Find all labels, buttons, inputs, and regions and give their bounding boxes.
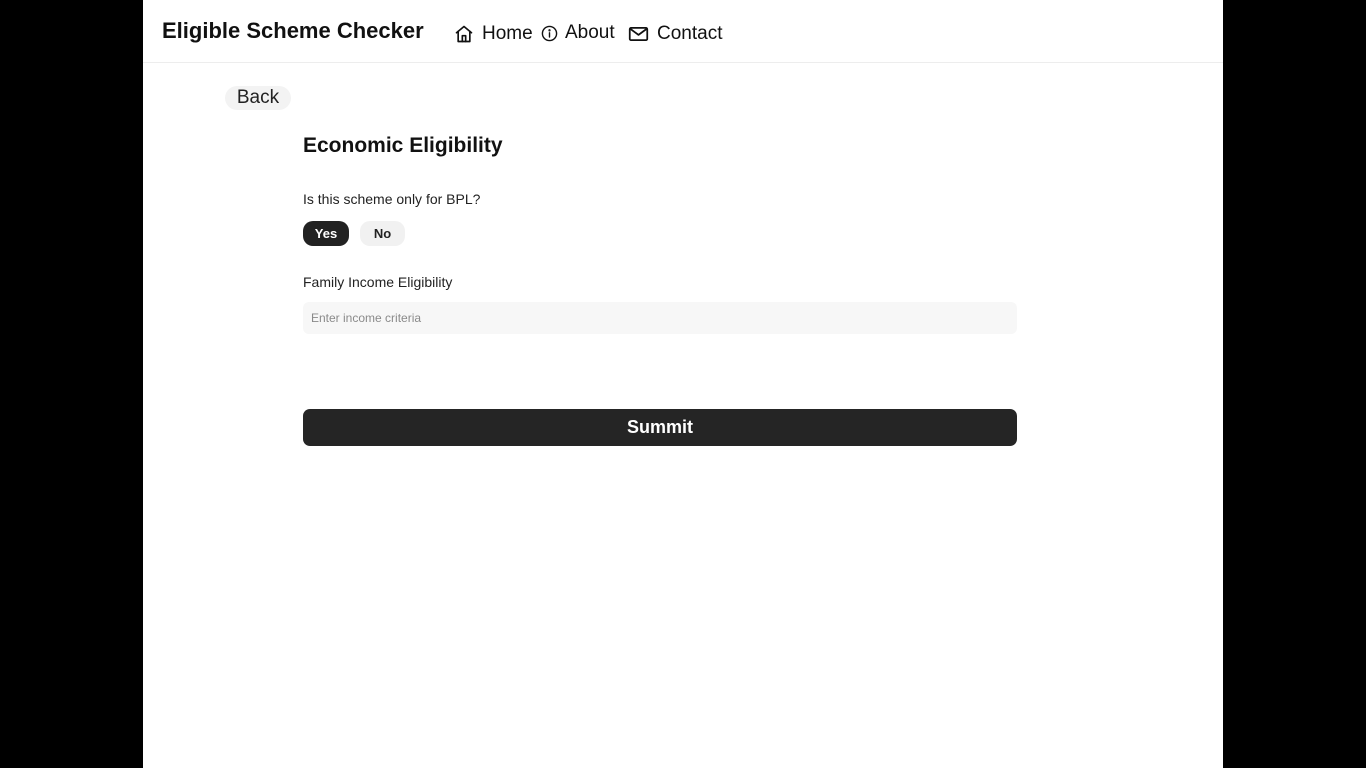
- home-icon: [454, 24, 474, 44]
- nav-contact-label: Contact: [657, 23, 723, 44]
- nav-about-link[interactable]: About: [541, 19, 615, 47]
- submit-button[interactable]: Summit: [303, 409, 1017, 446]
- info-icon: [541, 25, 558, 42]
- nav-home-link[interactable]: Home: [454, 20, 533, 48]
- bpl-question-label: Is this scheme only for BPL?: [303, 191, 481, 207]
- nav-contact-link[interactable]: Contact: [628, 20, 722, 48]
- nav-home-label: Home: [482, 23, 533, 44]
- app-title: Eligible Scheme Checker: [162, 18, 424, 43]
- mail-icon: [628, 25, 649, 43]
- bpl-no-button[interactable]: No: [360, 221, 405, 246]
- section-title: Economic Eligibility: [303, 134, 503, 157]
- bpl-yes-button[interactable]: Yes: [303, 221, 349, 246]
- nav-about-label: About: [565, 22, 615, 43]
- top-navbar: Eligible Scheme Checker Home About Conta…: [143, 0, 1223, 63]
- income-eligibility-label: Family Income Eligibility: [303, 274, 453, 290]
- page: Eligible Scheme Checker Home About Conta…: [143, 0, 1223, 768]
- income-criteria-input[interactable]: [303, 302, 1017, 334]
- back-button[interactable]: Back: [225, 86, 291, 110]
